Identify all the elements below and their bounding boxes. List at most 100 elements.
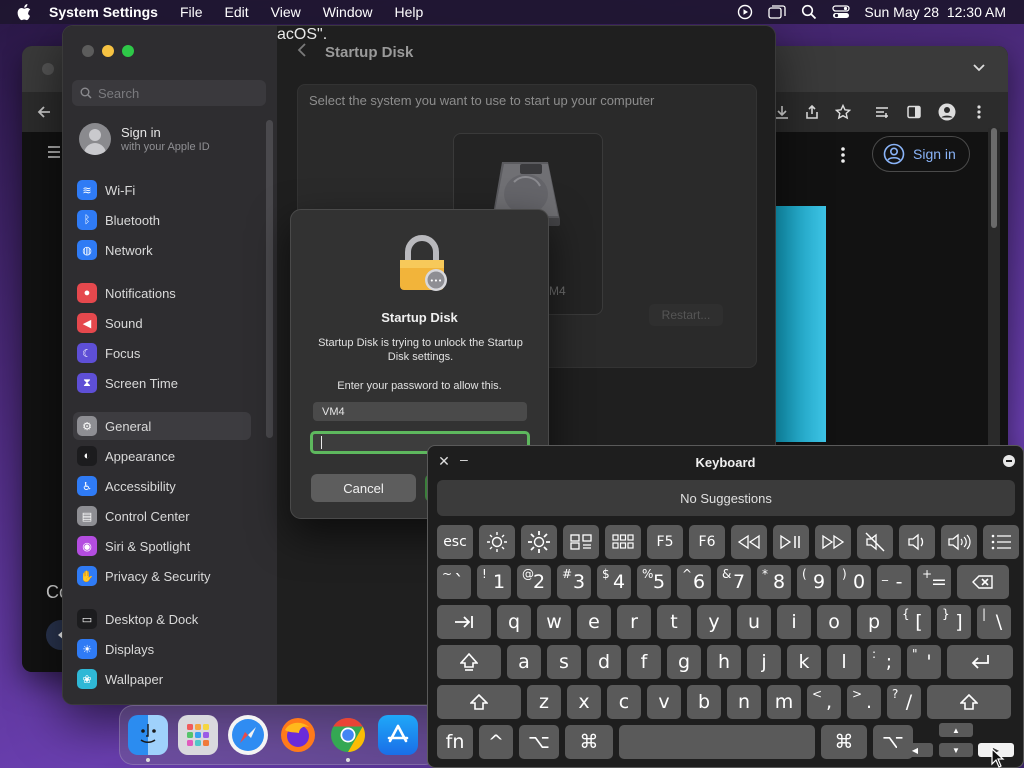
key-m[interactable]: m [767,685,801,719]
key-right-bracket[interactable]: }] [937,605,971,639]
key-2[interactable]: @2 [517,565,551,599]
tab-list-chevron-icon[interactable] [972,60,986,79]
key-f5[interactable]: F5 [647,525,683,559]
sidebar-item-privacy-security[interactable]: ✋ Privacy & Security [73,562,251,590]
sidebar-item-wallpaper[interactable]: ❀ Wallpaper [73,665,251,693]
page-kebab-icon[interactable] [840,146,846,169]
key-slash[interactable]: ? / [887,685,921,719]
control-center-icon[interactable] [832,3,851,21]
key-l[interactable]: l [827,645,861,679]
sidebar-item-appearance[interactable]: ◐ Appearance [73,442,251,470]
sidebar-item-accessibility[interactable]: ♿ Accessibility [73,472,251,500]
sidebar-item-screen-time[interactable]: ⧗ Screen Time [73,369,251,397]
scrollbar-thumb[interactable] [991,128,997,228]
sidebar-item-displays[interactable]: ☀ Displays [73,635,251,663]
dock-chrome[interactable] [328,715,368,762]
window-switcher-icon[interactable] [768,3,787,21]
close-button[interactable] [82,45,94,57]
side-panel-icon[interactable] [906,104,922,125]
back-chevron-icon[interactable] [297,42,307,63]
key-w[interactable]: w [537,605,571,639]
dock-finder[interactable] [128,715,168,762]
key-o[interactable]: o [817,605,851,639]
key-caps-lock[interactable] [437,645,501,679]
menu-view[interactable]: View [271,4,301,20]
key-1[interactable]: ! 1 [477,565,511,599]
cancel-button[interactable]: Cancel [311,474,416,502]
menu-app-name[interactable]: System Settings [49,4,158,20]
key-i[interactable]: i [777,605,811,639]
key-left-arrow[interactable]: ◀ [897,743,933,757]
menu-clock[interactable]: Sun May 28 12:30 AM [864,4,1006,20]
key-mute[interactable] [857,525,893,559]
sidebar-item-focus[interactable]: ☾ Focus [73,339,251,367]
bookmark-star-icon[interactable] [834,103,852,125]
key-s[interactable]: s [547,645,581,679]
key-shift-left[interactable] [437,685,521,719]
key-5[interactable]: % 5 [637,565,671,599]
google-sign-in-button[interactable]: Sign in [872,136,970,172]
key-g[interactable]: g [667,645,701,679]
key-command-left[interactable]: ⌘ [565,725,613,759]
minimize-button[interactable] [102,45,114,57]
menu-edit[interactable]: Edit [225,4,249,20]
key-space[interactable] [619,725,815,759]
sidebar-item-siri-spotlight[interactable]: ◉ Siri & Spotlight [73,532,251,560]
key-launchpad[interactable] [605,525,641,559]
menu-window[interactable]: Window [323,4,373,20]
key-fast-forward[interactable] [815,525,851,559]
sidebar-item-wi-fi[interactable]: ≋ Wi-Fi [73,176,251,204]
key-t[interactable]: t [657,605,691,639]
sidebar-search-input[interactable]: Search [72,80,266,106]
key-v[interactable]: v [647,685,681,719]
key-fn[interactable]: fn [437,725,473,759]
key-brightness-up[interactable] [521,525,557,559]
key-0[interactable]: ) 0 [837,565,871,599]
key-7[interactable]: & 7 [717,565,751,599]
dock-safari[interactable] [228,715,268,755]
chrome-menu-icon[interactable] [976,104,982,125]
key-up-arrow[interactable]: ▲ [939,723,973,737]
key-volume-down[interactable] [899,525,935,559]
menu-help[interactable]: Help [395,4,424,20]
key-option-left[interactable]: ⌥ [519,725,559,759]
key-f6[interactable]: F6 [689,525,725,559]
key-shift-right[interactable] [927,685,1011,719]
restart-button[interactable]: Restart... [649,304,723,326]
sidebar-item-control-center[interactable]: ▤ Control Center [73,502,251,530]
key-esc[interactable]: esc [437,525,473,559]
key-quote[interactable]: " ' [907,645,941,679]
sidebar-item-network[interactable]: ◍ Network [73,236,251,264]
apple-id-sign-in[interactable]: Sign in with your Apple ID [79,123,210,155]
dock-firefox[interactable] [278,715,318,755]
key-e[interactable]: e [577,605,611,639]
key-u[interactable]: u [737,605,771,639]
key-6[interactable]: ^ 6 [677,565,711,599]
key-f[interactable]: f [627,645,661,679]
profile-icon[interactable] [938,103,956,126]
key-x[interactable]: x [567,685,601,719]
key-delete[interactable] [957,565,1009,599]
zoom-button[interactable] [122,45,134,57]
key-semicolon[interactable]: :; [867,645,901,679]
key-4[interactable]: $4 [597,565,631,599]
key-r[interactable]: r [617,605,651,639]
key-equals[interactable]: + = [917,565,951,599]
key-minus[interactable]: _ - [877,565,911,599]
download-icon[interactable] [774,104,790,125]
key-left-bracket[interactable]: {[ [897,605,931,639]
key-y[interactable]: y [697,605,731,639]
sidebar-item-bluetooth[interactable]: ᛒ Bluetooth [73,206,251,234]
sidebar-item-sound[interactable]: ◀ Sound [73,309,251,337]
key-a[interactable]: a [507,645,541,679]
key-rewind[interactable] [731,525,767,559]
apple-menu-icon[interactable] [17,3,35,21]
sidebar-item-notifications[interactable]: ● Notifications [73,279,251,307]
key-q[interactable]: q [497,605,531,639]
menu-file[interactable]: File [180,4,203,20]
hamburger-icon[interactable] [48,144,60,165]
close-dot[interactable] [42,63,54,75]
key-menu[interactable] [983,525,1019,559]
screen-recording-icon[interactable] [736,3,754,21]
keyboard-options-icon[interactable] [1003,455,1015,467]
